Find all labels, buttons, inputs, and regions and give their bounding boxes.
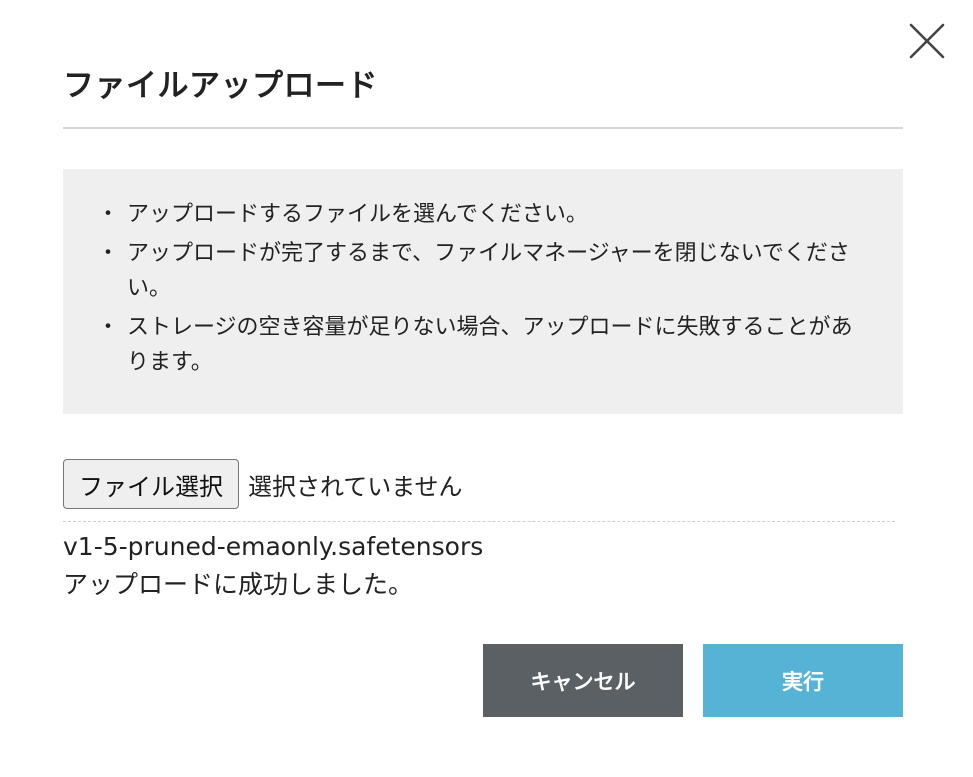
notes-list: ・ アップロードするファイルを選んでください。 ・ アップロードが完了するまで、…	[97, 197, 873, 380]
uploaded-filename: v1-5-pruned-emaonly.safetensors	[63, 532, 484, 561]
note-item: ・ アップロードするファイルを選んでください。	[97, 197, 873, 232]
file-input: ファイル選択 選択されていません	[63, 458, 463, 510]
bullet: ・	[97, 315, 120, 340]
notes-panel: ・ アップロードするファイルを選んでください。 ・ アップロードが完了するまで、…	[63, 169, 903, 414]
cancel-button[interactable]: キャンセル	[483, 644, 683, 717]
note-item: ・ ストレージの空き容量が足りない場合、アップロードに失敗することがあります。	[97, 310, 873, 380]
choose-file-button[interactable]: ファイル選択	[63, 459, 239, 509]
note-text: アップロードが完了するまで、ファイルマネージャーを閉じないでください。	[127, 241, 850, 301]
note-item: ・ アップロードが完了するまで、ファイルマネージャーを閉じないでください。	[97, 236, 873, 306]
note-text: アップロードするファイルを選んでください。	[127, 202, 588, 227]
dialog-title: ファイルアップロード	[63, 68, 378, 104]
bullet: ・	[97, 241, 120, 266]
title-divider	[63, 127, 903, 129]
upload-result: v1-5-pruned-emaonly.safetensors アップロードに成…	[63, 528, 483, 604]
file-status: 選択されていません	[248, 472, 463, 501]
dashed-divider	[63, 521, 895, 522]
note-text: ストレージの空き容量が足りない場合、アップロードに失敗することがあります。	[127, 315, 853, 375]
run-button[interactable]: 実行	[703, 644, 903, 717]
bullet: ・	[97, 202, 120, 227]
close-button[interactable]	[906, 20, 948, 62]
upload-success-message: アップロードに成功しました。	[63, 570, 414, 599]
close-icon	[909, 23, 945, 59]
